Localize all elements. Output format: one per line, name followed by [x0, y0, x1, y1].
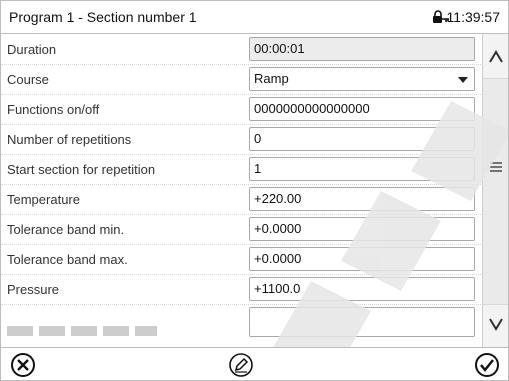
row-label: Functions on/off [7, 102, 100, 117]
row-partial [1, 304, 481, 337]
cancel-circle-icon[interactable] [9, 351, 37, 379]
repetitions-field[interactable]: 0 [249, 127, 475, 151]
row-start-section: Start section for repetition 1 [1, 154, 481, 185]
row-temperature: Temperature +220.00 [1, 184, 481, 215]
row-label: Duration [7, 42, 57, 57]
row-label: Start section for repetition [7, 162, 156, 177]
row-repetitions: Number of repetitions 0 [1, 124, 481, 155]
bottom-toolbar [1, 347, 508, 380]
partial-field[interactable] [249, 307, 475, 337]
field-value: 1 [254, 161, 262, 176]
clock: 11:39:57 [446, 9, 500, 25]
temperature-field[interactable]: +220.00 [249, 187, 475, 211]
row-label: Tolerance band max. [7, 252, 128, 267]
field-value: 00:00:01 [254, 41, 305, 56]
row-label: Pressure [7, 282, 60, 297]
dropdown-arrow-icon [458, 77, 468, 83]
edit-pencil-icon[interactable] [227, 351, 255, 379]
page-title: Program 1 - Section number 1 [9, 9, 197, 25]
chevron-up-icon[interactable] [483, 34, 509, 78]
row-functions: Functions on/off 0000000000000000 [1, 94, 481, 125]
row-label: Course [7, 72, 49, 87]
chevron-down-icon[interactable] [483, 303, 509, 347]
duration-field[interactable]: 00:00:01 [249, 37, 475, 61]
tolerance-min-field[interactable]: +0.0000 [249, 217, 475, 241]
title-bar: Program 1 - Section number 1 11:39:57 [1, 1, 508, 34]
functions-field[interactable]: 0000000000000000 [249, 97, 475, 121]
row-course: Course Ramp [1, 64, 481, 95]
menu-grip-icon [490, 162, 502, 172]
field-value: +0.0000 [254, 221, 302, 236]
field-value: 0 [254, 131, 262, 146]
confirm-check-icon[interactable] [473, 351, 501, 379]
row-label-cut [7, 326, 157, 336]
start-section-field[interactable]: 1 [249, 157, 475, 181]
row-label: Tolerance band min. [7, 222, 125, 237]
field-value: +220.00 [254, 191, 302, 206]
field-value: Ramp [254, 71, 289, 86]
tolerance-max-field[interactable]: +0.0000 [249, 247, 475, 271]
row-tolerance-max: Tolerance band max. +0.0000 [1, 244, 481, 275]
field-value: +0.0000 [254, 251, 302, 266]
row-pressure: Pressure +1100.0 [1, 274, 481, 305]
row-duration: Duration 00:00:01 [1, 34, 481, 65]
parameter-list: Duration 00:00:01 Course Ramp Functions … [1, 34, 481, 347]
row-tolerance-min: Tolerance band min. +0.0000 [1, 214, 481, 245]
course-select[interactable]: Ramp [249, 67, 475, 91]
field-value: 0000000000000000 [254, 101, 370, 116]
program-editor-window: Program 1 - Section number 1 11:39:57 Du… [0, 0, 509, 381]
row-label: Number of repetitions [7, 132, 132, 147]
scroll-thumb[interactable] [483, 78, 508, 305]
pressure-field[interactable]: +1100.0 [249, 277, 475, 301]
scrollbar[interactable] [482, 34, 509, 347]
row-label: Temperature [7, 192, 80, 207]
field-value: +1100.0 [254, 281, 301, 296]
